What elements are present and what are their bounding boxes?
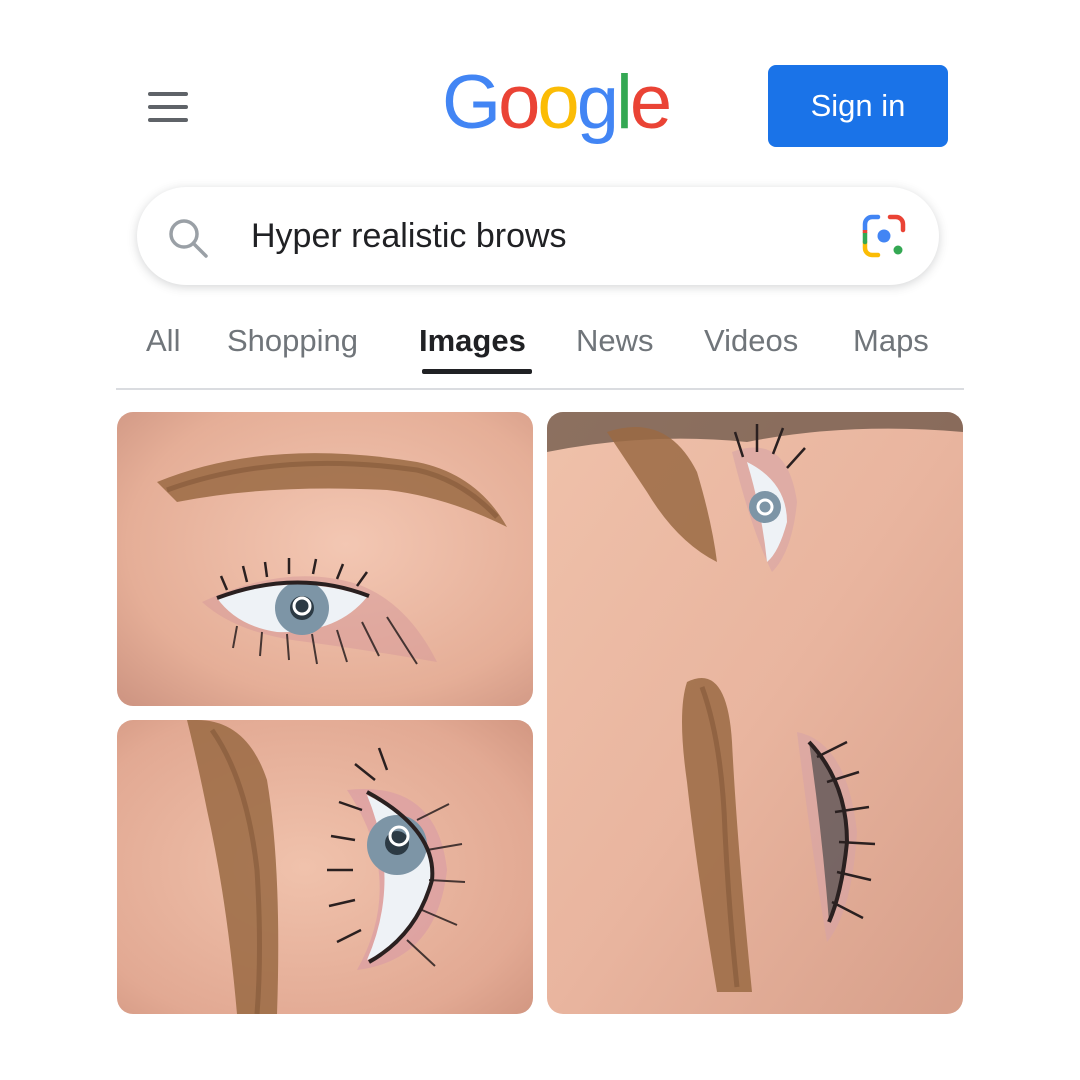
google-lens-icon[interactable]: [861, 213, 907, 259]
google-logo[interactable]: Google: [442, 58, 672, 148]
tab-news[interactable]: News: [576, 321, 654, 361]
eyebrow-photo-1: [117, 412, 533, 706]
eyebrow-photo-2: [117, 720, 533, 1014]
sign-in-button[interactable]: Sign in: [768, 65, 948, 147]
tab-images[interactable]: Images: [419, 321, 526, 361]
tab-videos[interactable]: Videos: [704, 321, 798, 361]
image-result[interactable]: [547, 412, 963, 1014]
search-tabs: All Shopping Images News Videos Maps: [0, 315, 1080, 390]
logo-letter: g: [576, 60, 619, 145]
eyebrow-photo-3: [547, 412, 963, 1014]
image-result[interactable]: [117, 412, 533, 706]
search-query-text[interactable]: Hyper realistic brows: [251, 215, 567, 257]
logo-letter: o: [537, 60, 579, 145]
logo-letter: l: [615, 60, 633, 145]
logo-letter: G: [442, 60, 501, 145]
image-result[interactable]: [117, 720, 533, 1014]
header: Google Sign in: [0, 0, 1080, 160]
tabs-divider: [116, 388, 964, 390]
logo-letter: e: [629, 60, 672, 145]
search-icon[interactable]: [167, 217, 209, 259]
tab-shopping[interactable]: Shopping: [227, 321, 358, 361]
tab-all[interactable]: All: [146, 321, 180, 361]
hamburger-menu-icon[interactable]: [146, 90, 190, 124]
search-box[interactable]: Hyper realistic brows: [137, 187, 939, 285]
logo-letter: o: [498, 60, 540, 145]
tab-maps[interactable]: Maps: [853, 321, 929, 361]
active-tab-indicator: [422, 369, 532, 374]
